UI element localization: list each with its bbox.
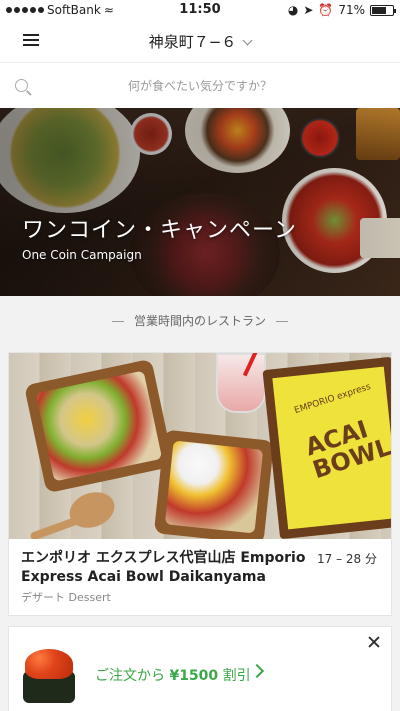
shop-sign-image: EMPORIO express ACAI BOWL — [262, 356, 391, 539]
restaurant-image: EMPORIO express ACAI BOWL — [9, 353, 391, 539]
acai-bowl-image — [23, 358, 175, 494]
delivery-eta: 17 – 28 分 — [317, 552, 377, 566]
promo-suffix: 割引 — [222, 668, 251, 684]
search-icon — [15, 79, 28, 92]
location-label: 神泉町７−６ — [148, 33, 237, 51]
battery-fill — [372, 6, 387, 14]
battery-icon — [370, 4, 396, 16]
status-bar: SoftBank ≈ 11:50 ◕ ➤ ⏰ 71% — [0, 0, 400, 20]
battery-percent: 71% — [338, 3, 365, 17]
spoon-image — [64, 486, 120, 534]
smoothie-cup-image — [216, 353, 266, 413]
section-header: 営業時間内のレストラン — [0, 312, 400, 329]
lock-rotation-icon: ◕ — [287, 3, 299, 17]
restaurant-card[interactable]: EMPORIO express ACAI BOWL エンポリオ エクスプレス代官… — [8, 352, 392, 616]
campaign-banner[interactable]: ワンコイン・キャンペーン One Coin Campaign — [0, 108, 400, 296]
promo-amount: ¥1500 — [169, 668, 219, 684]
section-title: 営業時間内のレストラン — [133, 314, 266, 328]
divider — [276, 321, 288, 322]
alarm-icon: ⏰ — [318, 3, 334, 17]
chevron-right-icon[interactable] — [249, 663, 265, 679]
promo-banner[interactable]: ご注文から ¥1500 割引 — [8, 626, 392, 711]
banner-subtitle: One Coin Campaign — [22, 248, 142, 262]
promo-text: ご注文から ¥1500 割引 — [95, 665, 251, 685]
divider — [111, 321, 124, 322]
banner-title: ワンコイン・キャンペーン — [22, 218, 297, 243]
top-nav: 神泉町７−６ — [0, 20, 400, 62]
banner-overlay — [0, 108, 400, 296]
chevron-down-icon — [242, 35, 253, 46]
restaurant-category: デザート Dessert — [21, 591, 111, 604]
location-selector[interactable]: 神泉町７−６ — [0, 31, 400, 52]
close-icon[interactable] — [367, 635, 381, 649]
restaurant-name: エンポリオ エクスプレス代官山店 Emporio Express Acai Bo… — [21, 550, 306, 585]
sushi-icon — [21, 649, 77, 705]
promo-prefix: ご注文から — [95, 668, 165, 684]
search-input[interactable] — [40, 73, 360, 99]
location-arrow-icon: ➤ — [303, 3, 314, 17]
sign-logo-text: ACAI BOWL — [301, 415, 391, 485]
sign-small-text: EMPORIO express — [293, 382, 373, 417]
acai-bowl-image — [153, 429, 275, 539]
search-bar — [0, 62, 400, 108]
